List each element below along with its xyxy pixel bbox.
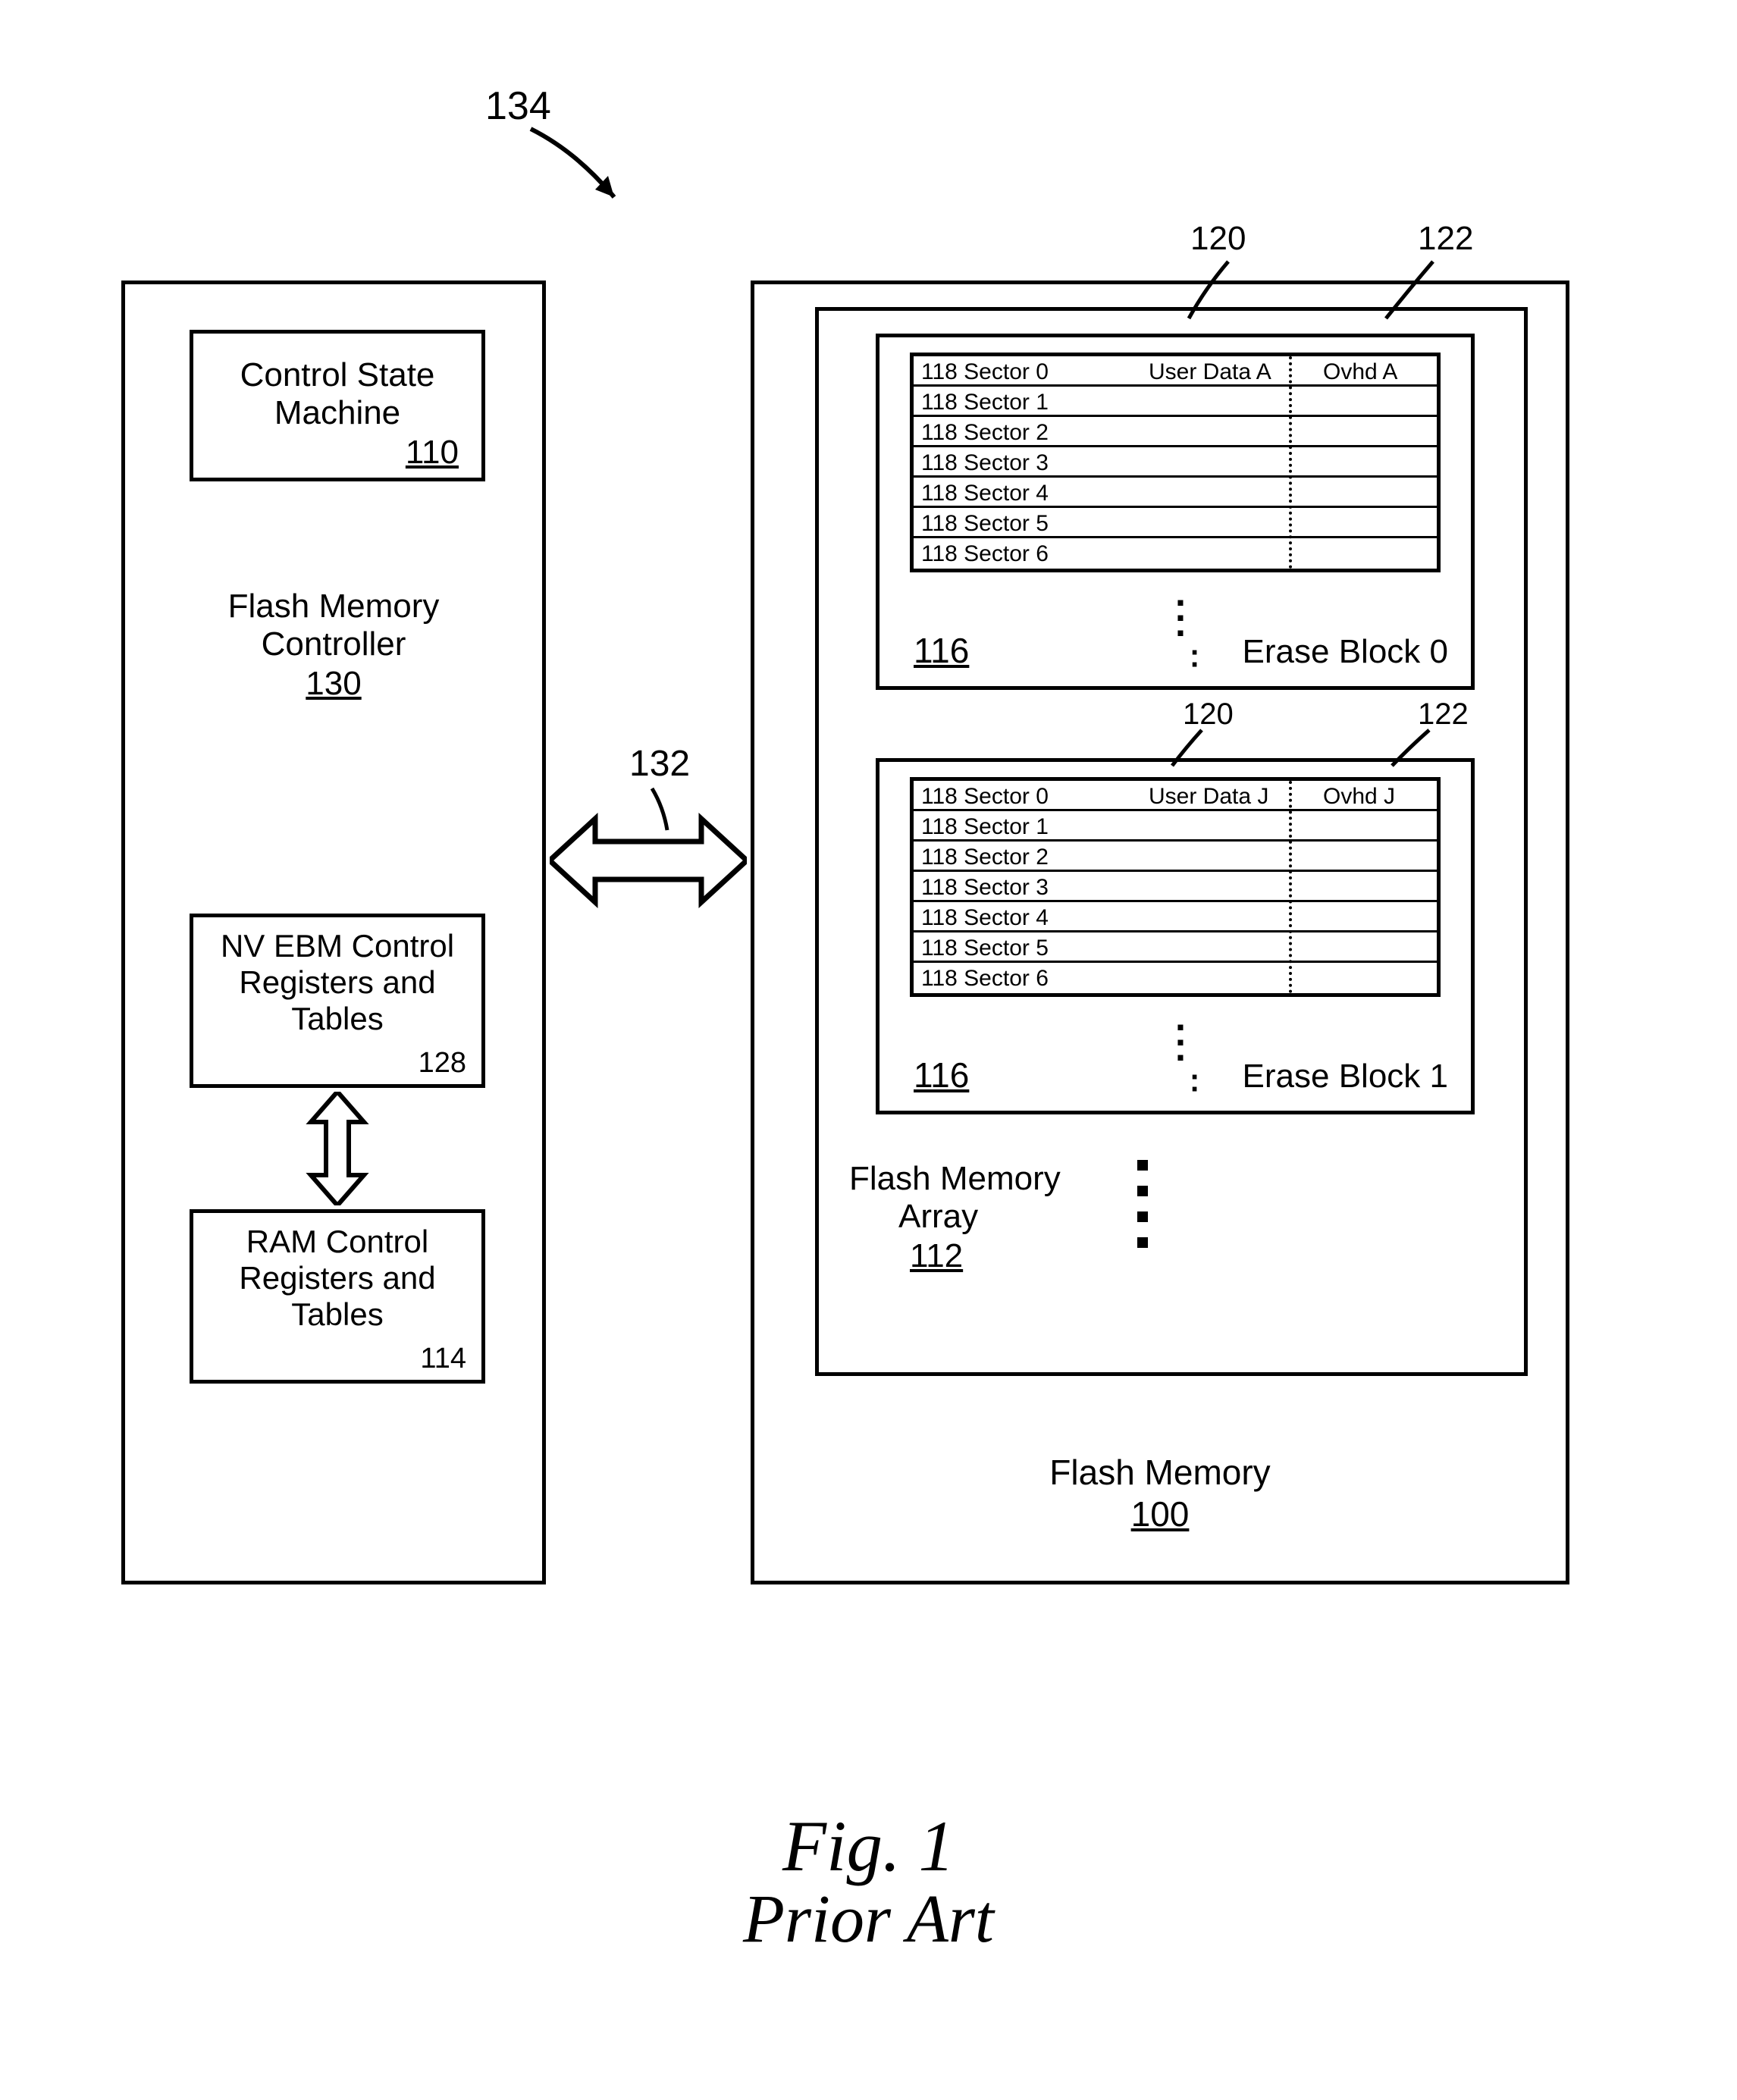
block0-vdots: ··· bbox=[1175, 595, 1188, 641]
erase-block-0: 118 Sector 0User Data AOvhd A118 Sector … bbox=[876, 334, 1475, 690]
ram-l2: Registers and bbox=[193, 1260, 481, 1296]
arrow-nvebm-ram bbox=[296, 1092, 379, 1205]
nvebm-l3: Tables bbox=[193, 1001, 481, 1037]
csm-box: Control State Machine 110 bbox=[190, 330, 485, 481]
sector-ovhd: Ovhd J bbox=[1323, 784, 1395, 810]
sector-row: 118 Sector 4 bbox=[914, 478, 1437, 508]
sector-label: 118 Sector 3 bbox=[921, 450, 1049, 476]
sector-row: 118 Sector 1 bbox=[914, 811, 1437, 842]
sector-label: 118 Sector 0 bbox=[921, 784, 1049, 810]
block0-dash-ovhd bbox=[1289, 356, 1292, 569]
block1-num: 116 bbox=[914, 1055, 969, 1095]
sector-row: 118 Sector 6 bbox=[914, 963, 1437, 993]
array-l1: Flash Memory bbox=[849, 1160, 1061, 1198]
array-l2: Array bbox=[898, 1198, 978, 1236]
sector-label: 118 Sector 5 bbox=[921, 511, 1049, 537]
sector-label: 118 Sector 3 bbox=[921, 875, 1049, 901]
ref-122-b: 122 bbox=[1418, 697, 1469, 732]
tick-122-b bbox=[1387, 728, 1441, 773]
ref-120-b: 120 bbox=[1183, 697, 1234, 732]
tick-122-a bbox=[1380, 258, 1448, 326]
flash-outer: 118 Sector 0User Data AOvhd A118 Sector … bbox=[751, 281, 1569, 1584]
sector-ovhd: Ovhd A bbox=[1323, 359, 1397, 385]
sector-userdata: User Data J bbox=[1149, 784, 1268, 810]
sector-label: 118 Sector 1 bbox=[921, 390, 1049, 415]
nvebm-l1: NV EBM Control bbox=[193, 928, 481, 964]
sector-row: 118 Sector 2 bbox=[914, 417, 1437, 447]
sector-row: 118 Sector 0 User Data J Ovhd J bbox=[914, 781, 1437, 811]
fig-caption-2: Prior Art bbox=[0, 1880, 1737, 1958]
ctrl-title-l1: Flash Memory bbox=[125, 588, 542, 625]
ctrl-title-num: 130 bbox=[125, 665, 542, 703]
sector-row: 118 Sector 2 bbox=[914, 842, 1437, 872]
block1-sectors: 118 Sector 0User Data JOvhd J118 Sector … bbox=[910, 777, 1441, 997]
tick-120-a bbox=[1183, 258, 1251, 326]
bus-ref: 132 bbox=[629, 743, 690, 785]
sector-row: 118 Sector 4 bbox=[914, 902, 1437, 932]
sector-row: 118 Sector 3 bbox=[914, 447, 1437, 478]
ram-l3: Tables bbox=[193, 1296, 481, 1333]
nvebm-box: NV EBM Control Registers and Tables 128 bbox=[190, 914, 485, 1088]
block1-vdots: ··· bbox=[1175, 1020, 1188, 1065]
block0-label: Erase Block 0 bbox=[1243, 633, 1448, 671]
nvebm-l2: Registers and bbox=[193, 964, 481, 1001]
csm-l2: Machine bbox=[193, 394, 481, 432]
sector-row: 118 Sector 5 bbox=[914, 932, 1437, 963]
csm-l1: Control State bbox=[193, 356, 481, 394]
block1-label: Erase Block 1 bbox=[1243, 1058, 1448, 1095]
ref-120-a: 120 bbox=[1190, 220, 1246, 258]
sector-label: 118 Sector 5 bbox=[921, 936, 1049, 961]
sector-label: 118 Sector 2 bbox=[921, 845, 1049, 870]
flash-num: 100 bbox=[754, 1494, 1566, 1534]
sector-userdata: User Data A bbox=[1149, 359, 1271, 385]
array-squares bbox=[1137, 1160, 1148, 1263]
sector-label: 118 Sector 2 bbox=[921, 420, 1049, 446]
flash-l1: Flash Memory bbox=[754, 1452, 1566, 1493]
sector-row: 118 Sector 6 bbox=[914, 538, 1437, 569]
ctrl-title-l2: Controller bbox=[125, 625, 542, 663]
sector-label: 118 Sector 6 bbox=[921, 966, 1049, 992]
sector-row: 118 Sector 0 User Data A Ovhd A bbox=[914, 356, 1437, 387]
array-num: 112 bbox=[910, 1237, 963, 1275]
sector-label: 118 Sector 0 bbox=[921, 359, 1049, 385]
block1-dash-ovhd bbox=[1289, 781, 1292, 993]
sector-label: 118 Sector 4 bbox=[921, 905, 1049, 931]
bus-arrow bbox=[550, 804, 747, 917]
csm-num: 110 bbox=[406, 434, 459, 472]
sector-label: 118 Sector 6 bbox=[921, 541, 1049, 567]
sector-row: 118 Sector 1 bbox=[914, 387, 1437, 417]
nvebm-num: 128 bbox=[419, 1047, 466, 1080]
block0-num: 116 bbox=[914, 630, 969, 671]
tick-120-b bbox=[1168, 728, 1221, 773]
sector-label: 118 Sector 4 bbox=[921, 481, 1049, 506]
block1-vdots2: ·· bbox=[1190, 1071, 1200, 1095]
ref-122-a: 122 bbox=[1418, 220, 1473, 258]
block0-sectors: 118 Sector 0User Data AOvhd A118 Sector … bbox=[910, 353, 1441, 572]
flash-array-box: 118 Sector 0User Data AOvhd A118 Sector … bbox=[815, 307, 1528, 1376]
sector-label: 118 Sector 1 bbox=[921, 814, 1049, 840]
ram-l1: RAM Control bbox=[193, 1224, 481, 1260]
fig-caption-1: Fig. 1 bbox=[0, 1804, 1737, 1888]
ram-num: 114 bbox=[420, 1343, 466, 1375]
erase-block-1: 118 Sector 0User Data JOvhd J118 Sector … bbox=[876, 758, 1475, 1114]
arrow-134 bbox=[523, 121, 652, 227]
controller-box: Control State Machine 110 Flash Memory C… bbox=[121, 281, 546, 1584]
ram-box: RAM Control Registers and Tables 114 bbox=[190, 1209, 485, 1384]
sector-row: 118 Sector 5 bbox=[914, 508, 1437, 538]
block0-vdots2: ·· bbox=[1190, 647, 1200, 671]
sector-row: 118 Sector 3 bbox=[914, 872, 1437, 902]
